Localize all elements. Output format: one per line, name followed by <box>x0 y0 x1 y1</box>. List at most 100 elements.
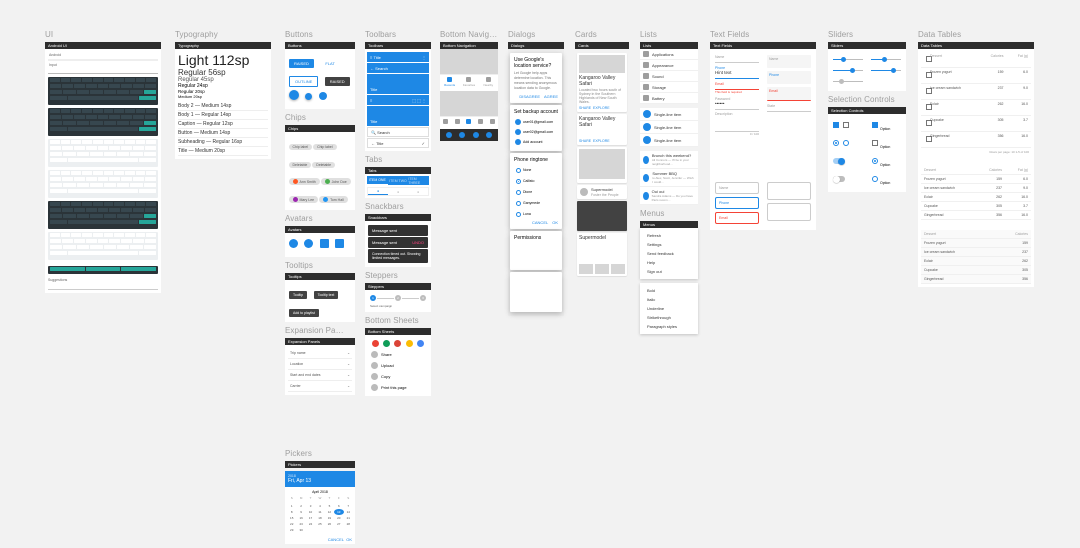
sheet-item[interactable]: Share <box>368 349 428 360</box>
data-table[interactable]: DessertCaloriesFat (g) Frozen yogurt1596… <box>921 52 1031 156</box>
sheet-grid[interactable] <box>368 338 428 349</box>
checkbox-off[interactable] <box>843 122 849 128</box>
table-row[interactable]: Eclair262 <box>921 257 1031 266</box>
slider[interactable] <box>833 55 863 63</box>
table-row[interactable]: Frozen yogurt159 <box>921 239 1031 248</box>
toolbar-extended-2[interactable]: Title <box>367 106 429 126</box>
card-compact[interactable]: Kangaroo Valley Safari SHARE EXPLORE <box>577 114 627 145</box>
picker-cancel[interactable]: CANCEL <box>328 537 344 542</box>
chip[interactable]: Chip label <box>313 144 337 150</box>
checkbox-off[interactable] <box>872 140 878 146</box>
menu-item[interactable]: Send feedback <box>643 249 695 258</box>
raised-button[interactable]: RAISED <box>289 59 314 68</box>
toolbar-contextual[interactable]: ← Title✓ <box>367 138 429 148</box>
text-field-box[interactable]: Name <box>767 55 811 68</box>
expansion-row[interactable]: Trip name⌄ <box>288 348 352 359</box>
menu-item[interactable]: Refresh <box>643 231 695 240</box>
sheet-item[interactable]: Upload <box>368 360 428 371</box>
list-item[interactable]: Single-line item <box>640 108 698 121</box>
checkbox-on[interactable] <box>833 122 839 128</box>
dialog-radio-item[interactable]: Dione <box>514 187 558 198</box>
toolbar-extended[interactable]: Title <box>367 74 429 94</box>
slider-discrete[interactable] <box>871 66 901 74</box>
toolbar-basic[interactable]: ≡ Title⋮ <box>367 52 429 62</box>
radio-off[interactable] <box>843 140 849 146</box>
dialog-agree[interactable]: AGREE <box>544 94 558 99</box>
chip-avatar[interactable]: Tom Hall <box>319 196 348 203</box>
list-item[interactable]: Storage <box>640 82 698 93</box>
picker-ok[interactable]: OK <box>346 537 352 542</box>
calendar-day[interactable]: 30 <box>296 527 305 533</box>
chip[interactable]: Deletable <box>312 162 335 168</box>
radio-off[interactable] <box>872 176 878 182</box>
chip[interactable]: Deletable <box>289 162 312 168</box>
menu-item[interactable]: Bold <box>643 286 695 295</box>
dialog-radio-item[interactable]: None <box>514 165 558 176</box>
slider-discrete[interactable] <box>871 55 901 63</box>
snackbar-action[interactable]: Message sentUNDO <box>368 237 428 248</box>
expansion-row[interactable]: Start and end dates⌄ <box>288 370 352 381</box>
table-row[interactable]: Frozen yogurt1596.0 <box>921 175 1031 184</box>
radio-on[interactable] <box>872 158 878 164</box>
dialog-radio-item[interactable]: Ganymede <box>514 198 558 209</box>
chip-avatar[interactable]: Ann Smith <box>289 178 320 185</box>
text-field-box-focus[interactable]: Phone <box>767 71 811 84</box>
bottom-nav-5[interactable] <box>440 116 498 127</box>
keyboard-dark-3[interactable] <box>48 201 158 229</box>
keyboard-light-1[interactable] <box>48 139 158 167</box>
list-item[interactable]: Appearance <box>640 60 698 71</box>
chip-avatar[interactable]: Mary Lee <box>289 196 319 203</box>
dialog-radio-item[interactable]: Luna <box>514 209 558 220</box>
text-field-email[interactable]: EmailThis field is required <box>715 82 759 94</box>
list-item[interactable]: Sound <box>640 71 698 82</box>
chip-avatar[interactable]: John Doe <box>321 178 351 185</box>
data-table-3[interactable]: DessertCalories Frozen yogurt159Ice crea… <box>921 230 1031 284</box>
menu-item[interactable]: Underline <box>643 304 695 313</box>
dark-button[interactable]: RAISED <box>325 77 350 86</box>
dialog-fullscreen[interactable] <box>510 272 562 312</box>
text-field-multiline[interactable]: Description0 / 100 <box>715 112 759 136</box>
menu-item[interactable]: Settings <box>643 240 695 249</box>
card-dark[interactable] <box>577 201 627 231</box>
keyboard-light-3[interactable] <box>48 232 158 260</box>
sheet-item[interactable]: Print this page <box>368 382 428 393</box>
table-row[interactable]: Eclair26216.0 <box>921 193 1031 202</box>
outline-button[interactable]: OUTLINE <box>289 76 318 87</box>
keyboard-dark-1[interactable] <box>48 77 158 105</box>
card-media[interactable]: Kangaroo Valley Safari Located two hours… <box>577 53 627 112</box>
menu-item[interactable]: Strikethrough <box>643 313 695 322</box>
table-row[interactable]: Frozen yogurt1596.0 <box>921 68 1031 84</box>
keyboard-light-2[interactable] <box>48 170 158 198</box>
tabs-icon[interactable]: ● ● ● <box>367 187 429 196</box>
list-item[interactable]: Battery <box>640 93 698 104</box>
chip[interactable]: Chip label <box>289 144 313 150</box>
list-item-two-line[interactable]: Summer BBQto Alex, Scott, Jennifer — Wis… <box>640 169 698 187</box>
card-image-only[interactable] <box>577 147 627 183</box>
icon-button[interactable] <box>319 92 327 100</box>
fab[interactable] <box>289 90 299 100</box>
data-table-2[interactable]: DessertCaloriesFat (g) Frozen yogurt1596… <box>921 166 1031 220</box>
table-row[interactable]: Ice cream sandwich2379.0 <box>921 184 1031 193</box>
table-row[interactable]: Cupcake3053.7 <box>921 116 1031 132</box>
text-field-box-error[interactable]: Email <box>767 87 811 101</box>
flat-button[interactable]: FLAT <box>320 59 339 68</box>
menu-item[interactable]: Italic <box>643 295 695 304</box>
table-row[interactable]: Gingerbread35616.0 <box>921 211 1031 220</box>
list-item[interactable]: Applications <box>640 49 698 60</box>
dialog-account[interactable]: Set backup account user01@gmail.comuser0… <box>510 105 562 151</box>
menu-item[interactable]: Sign out <box>643 267 695 276</box>
table-row[interactable]: Eclair26216.0 <box>921 100 1031 116</box>
dialog-simple[interactable]: Permissions <box>510 231 562 270</box>
dialog-disagree[interactable]: DISAGREE <box>519 94 540 99</box>
text-field-outlined-focus[interactable]: Phone <box>715 197 759 209</box>
toolbar-search-white[interactable]: 🔍 Search <box>367 127 429 137</box>
tabs-fixed[interactable]: ITEM ONE ITEM TWO ITEM THREE <box>367 176 429 185</box>
table-row[interactable]: Gingerbread356 <box>921 275 1031 284</box>
list-item-two-line[interactable]: Brunch this weekend?Ali Connors — I'll b… <box>640 151 698 169</box>
dialog-list-item[interactable]: user01@gmail.com <box>514 117 558 127</box>
card-expand[interactable]: Supermodel <box>577 233 627 276</box>
text-field-outlined-error[interactable]: Email <box>715 212 759 224</box>
dialog-radio-item[interactable]: Callisto <box>514 176 558 187</box>
checkbox-on[interactable] <box>872 122 878 128</box>
toolbar-actions[interactable]: ≡⬚ ⬚ ⋮ <box>367 95 429 105</box>
